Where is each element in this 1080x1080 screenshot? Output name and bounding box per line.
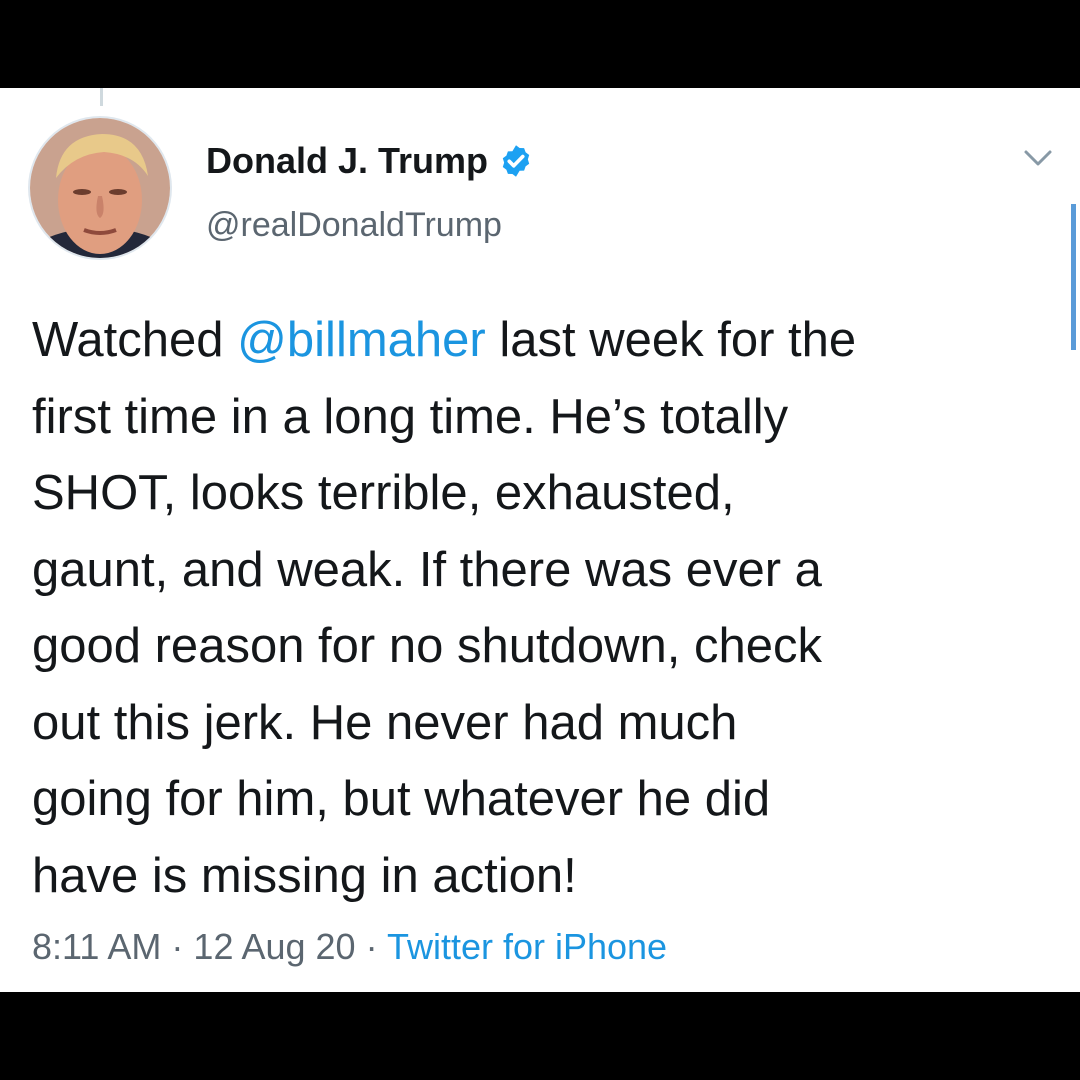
meta-separator: · — [355, 926, 387, 967]
tweet-text-line: SHOT, looks terrible, exhausted, — [32, 466, 735, 520]
meta-separator: · — [161, 926, 194, 967]
author-display-name[interactable]: Donald J. Trump — [206, 140, 488, 182]
tweet-text-line: good reason for no shutdown, check — [32, 619, 822, 673]
scrollbar-thumb[interactable] — [1071, 204, 1076, 350]
tweet-card: Donald J. Trump @realDonaldTrump Watched… — [0, 88, 1080, 992]
tweet-source-link[interactable]: Twitter for iPhone — [387, 926, 667, 967]
tweet-metadata: 8:11 AM · 12 Aug 20 · Twitter for iPhone — [32, 926, 667, 968]
tweet-text-segment: Watched — [32, 313, 238, 367]
author-handle[interactable]: @realDonaldTrump — [206, 206, 502, 245]
avatar-image — [30, 118, 170, 258]
tweet-time[interactable]: 8:11 AM — [32, 926, 161, 967]
verified-badge-icon — [498, 143, 534, 179]
avatar[interactable] — [30, 118, 170, 258]
tweet-text-line: Watched @billmaher last week for the — [32, 302, 1060, 379]
tweet-date[interactable]: 12 Aug 20 — [193, 926, 355, 967]
tweet-text-line: out this jerk. He never had much — [32, 695, 738, 750]
thread-connector-line — [100, 88, 103, 106]
tweet-text-line: first time in a long time. He’s totally — [32, 389, 789, 444]
tweet-text-segment: last week for the — [485, 313, 857, 367]
tweet-text-line: going for him, but whatever he did — [32, 772, 771, 826]
mention-link[interactable]: @billmaher — [237, 313, 486, 367]
author-display-name-row[interactable]: Donald J. Trump — [206, 140, 534, 182]
chevron-down-icon[interactable] — [1020, 144, 1056, 172]
tweet-text: Watched @billmaher last week for the fir… — [32, 302, 1060, 914]
tweet-text-line: gaunt, and weak. If there was ever a — [32, 542, 822, 597]
tweet-text-line: have is missing in action! — [32, 848, 577, 903]
